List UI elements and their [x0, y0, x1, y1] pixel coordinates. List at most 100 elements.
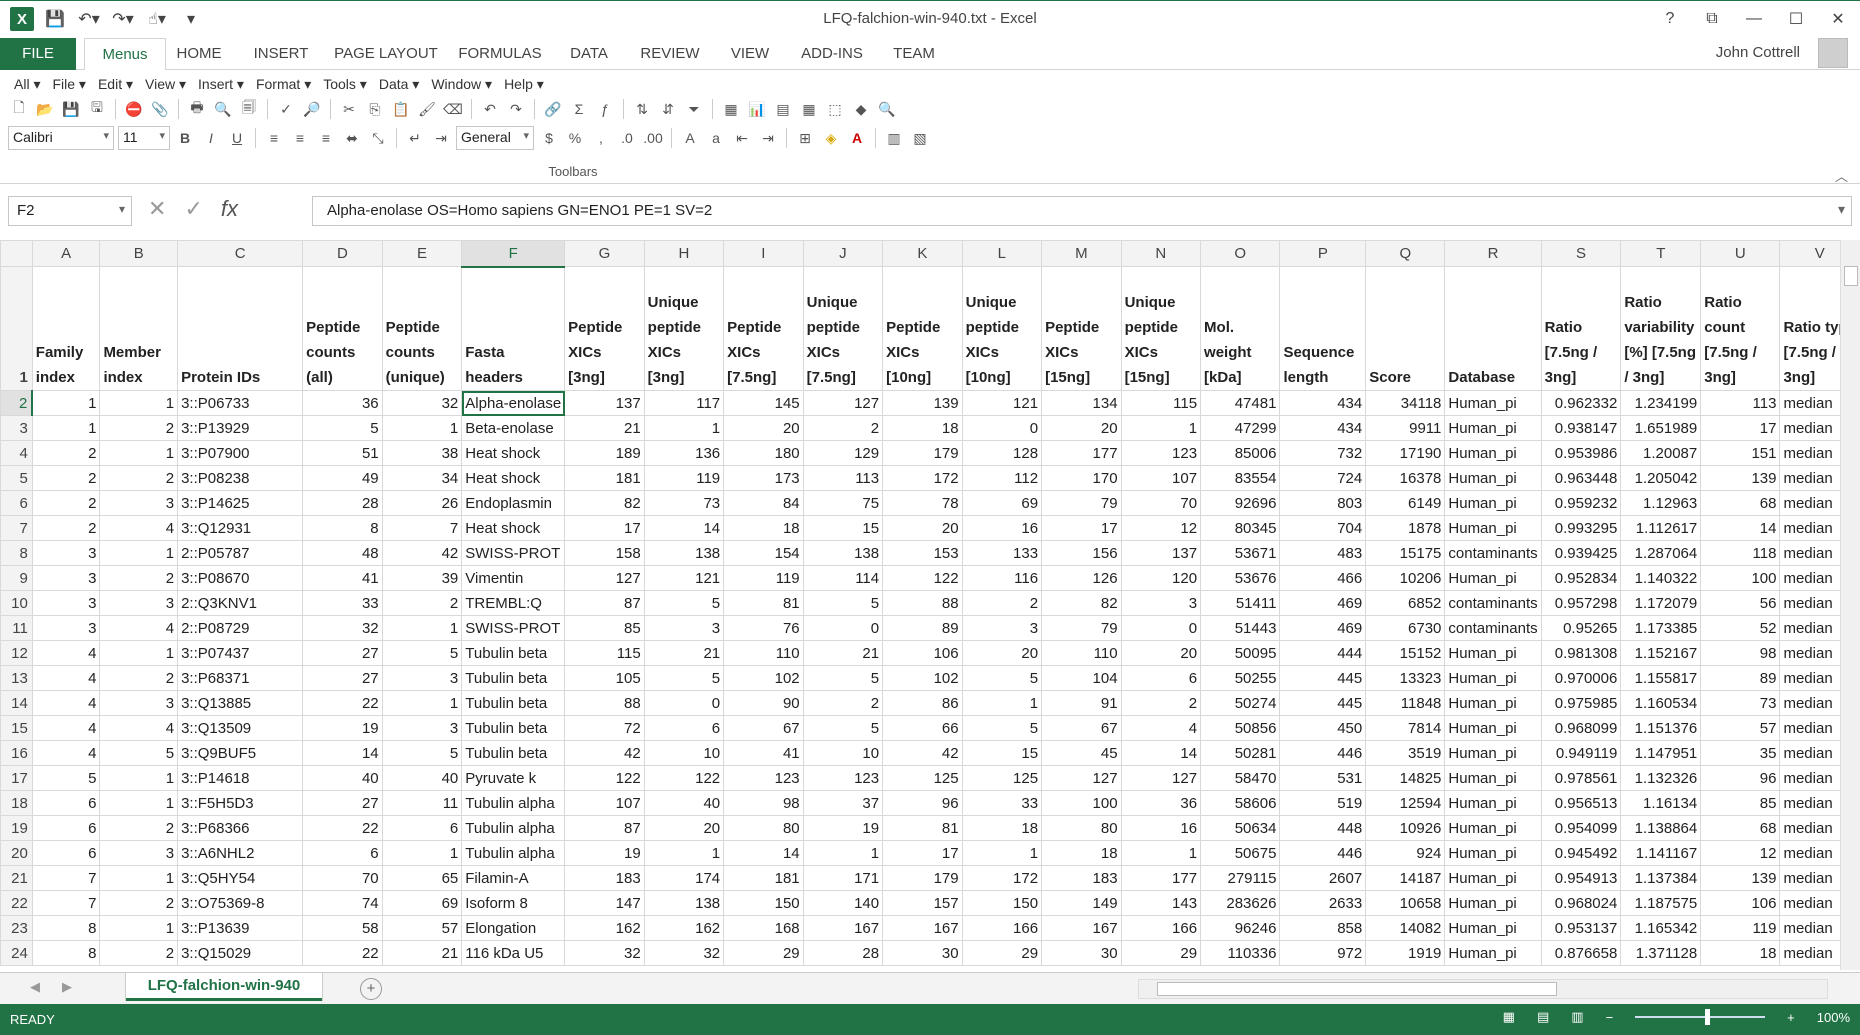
cell[interactable]: 119 [1701, 916, 1780, 941]
cell[interactable]: 14187 [1366, 866, 1445, 891]
cell[interactable]: 724 [1280, 466, 1366, 491]
cell[interactable]: 0.963448 [1541, 466, 1621, 491]
row-header[interactable]: 9 [1, 566, 33, 591]
cell[interactable]: 2 [32, 466, 100, 491]
header-cell[interactable]: Ratio variability [%] [7.5ng / 3ng] [1621, 267, 1701, 391]
decrease-decimal-icon[interactable]: .00 [642, 127, 664, 149]
cell[interactable]: 41 [724, 741, 804, 766]
cell[interactable]: 80 [724, 816, 804, 841]
cell[interactable]: 3 [100, 491, 178, 516]
currency-icon[interactable]: $ [538, 127, 560, 149]
cell[interactable]: 3::Q5HY54 [178, 866, 303, 891]
cell[interactable]: 1 [32, 391, 100, 416]
cell[interactable]: 1 [100, 866, 178, 891]
cell[interactable]: 19 [565, 841, 645, 866]
cell[interactable]: 5 [303, 416, 383, 441]
cell[interactable]: 3 [100, 841, 178, 866]
cell[interactable]: 434 [1280, 416, 1366, 441]
cell[interactable]: Human_pi [1445, 866, 1541, 891]
cell[interactable]: 116 [962, 566, 1041, 591]
cell[interactable]: 11 [382, 791, 462, 816]
column-header-N[interactable]: N [1121, 241, 1200, 267]
cell[interactable]: 16 [962, 516, 1041, 541]
cell[interactable]: 14 [644, 516, 723, 541]
cell[interactable]: 83554 [1201, 466, 1280, 491]
cell[interactable]: 1.165342 [1621, 916, 1701, 941]
eraser-icon[interactable]: ⌫ [442, 98, 464, 120]
row-header[interactable]: 17 [1, 766, 33, 791]
row-header[interactable]: 14 [1, 691, 33, 716]
column-header-P[interactable]: P [1280, 241, 1366, 267]
cell[interactable]: 121 [962, 391, 1041, 416]
cell[interactable]: Beta-enolase [462, 416, 565, 441]
cell[interactable]: 15152 [1366, 641, 1445, 666]
cell[interactable]: 50634 [1201, 816, 1280, 841]
cell[interactable]: 1 [1121, 841, 1200, 866]
tab-view[interactable]: VIEW [718, 38, 782, 70]
cell[interactable]: 12594 [1366, 791, 1445, 816]
cell[interactable]: 5 [32, 766, 100, 791]
cell[interactable]: 87 [565, 591, 645, 616]
cell[interactable]: 445 [1280, 666, 1366, 691]
cell[interactable]: 172 [883, 466, 963, 491]
cell[interactable]: 123 [724, 766, 804, 791]
cell[interactable]: 150 [724, 891, 804, 916]
cell[interactable]: 14 [724, 841, 804, 866]
close-icon[interactable]: ✕ [1824, 5, 1852, 33]
header-cell[interactable]: Peptide counts (unique) [382, 267, 462, 391]
cell[interactable]: 8 [32, 916, 100, 941]
cell[interactable]: 100 [1701, 566, 1780, 591]
cell[interactable]: 5 [100, 741, 178, 766]
cell[interactable]: Human_pi [1445, 891, 1541, 916]
cell[interactable]: 22 [303, 816, 383, 841]
menu-item[interactable]: Tools ▾ [317, 74, 373, 95]
column-header-C[interactable]: C [178, 241, 303, 267]
research-icon[interactable]: 🔎 [301, 98, 323, 120]
cell[interactable]: 3 [962, 616, 1041, 641]
cell[interactable]: 66 [883, 716, 963, 741]
shapes-icon[interactable]: ⬚ [824, 98, 846, 120]
cell[interactable]: 80 [1042, 816, 1122, 841]
cell[interactable]: 15 [803, 516, 882, 541]
cell[interactable]: 434 [1280, 391, 1366, 416]
cell[interactable]: 4 [32, 691, 100, 716]
zoom-slider[interactable] [1635, 1016, 1765, 1018]
cell[interactable]: 50255 [1201, 666, 1280, 691]
row-header[interactable]: 13 [1, 666, 33, 691]
cell[interactable]: 1.152167 [1621, 641, 1701, 666]
cell[interactable]: Heat shock [462, 466, 565, 491]
paste-icon[interactable]: 📋 [390, 98, 412, 120]
row-header[interactable]: 23 [1, 916, 33, 941]
cell[interactable]: 105 [565, 666, 645, 691]
cell[interactable]: Human_pi [1445, 691, 1541, 716]
cell[interactable]: 2::Q3KNV1 [178, 591, 303, 616]
cell[interactable]: Tubulin beta [462, 641, 565, 666]
header-cell[interactable]: Ratio count [7.5ng / 3ng] [1701, 267, 1780, 391]
cell[interactable]: 172 [962, 866, 1041, 891]
cell[interactable]: 189 [565, 441, 645, 466]
cell[interactable]: 36 [1121, 791, 1200, 816]
cell[interactable]: 3::P14625 [178, 491, 303, 516]
cell[interactable]: 0.938147 [1541, 416, 1621, 441]
format-painter-icon[interactable]: 🖌 [416, 98, 438, 120]
cell[interactable]: 3::A6NHL2 [178, 841, 303, 866]
cell[interactable]: 58606 [1201, 791, 1280, 816]
cell[interactable]: 2633 [1280, 891, 1366, 916]
cell[interactable]: 139 [883, 391, 963, 416]
row-header[interactable]: 16 [1, 741, 33, 766]
cell[interactable]: 483 [1280, 541, 1366, 566]
function-icon[interactable]: ƒ [594, 98, 616, 120]
cell[interactable]: 179 [883, 441, 963, 466]
tab-review[interactable]: REVIEW [630, 38, 710, 70]
scroll-thumb[interactable] [1844, 266, 1858, 286]
cell[interactable]: 18 [1042, 841, 1122, 866]
header-cell[interactable]: Score [1366, 267, 1445, 391]
tab-formulas[interactable]: FORMULAS [452, 38, 548, 70]
cell[interactable]: 3::P68371 [178, 666, 303, 691]
cell[interactable]: 29 [1121, 941, 1200, 966]
cell[interactable]: 68 [1701, 491, 1780, 516]
cell[interactable]: 156 [1042, 541, 1122, 566]
cell[interactable]: 91 [1042, 691, 1122, 716]
open-folder-icon[interactable]: 📂 [34, 98, 56, 120]
cell[interactable]: 0.952834 [1541, 566, 1621, 591]
